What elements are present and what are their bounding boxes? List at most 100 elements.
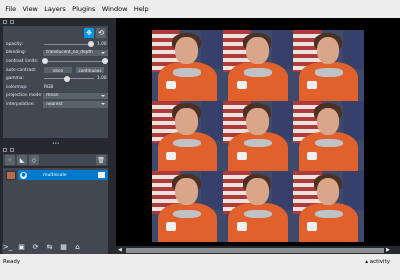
pan-zoom-button[interactable]: ✥ — [84, 28, 94, 38]
labels-icon: ◇ — [31, 156, 37, 164]
home-icon: ⌂ — [75, 243, 80, 251]
interpolation-label: interpolation: — [6, 101, 35, 107]
new-shapes-button[interactable]: ◣ — [17, 155, 27, 165]
dock-close-icon[interactable] — [3, 148, 7, 152]
transpose-button[interactable]: ⇆ — [44, 241, 55, 253]
projection-mode-select[interactable]: mean — [43, 92, 108, 100]
transform-icon: ⟲ — [98, 29, 104, 37]
ndisplay-button[interactable]: ▣ — [16, 241, 27, 253]
left-dock: ✥ ⟲ opacity: 1.00 blending: translucent_… — [0, 18, 111, 268]
shapes-icon: ◣ — [19, 156, 25, 164]
menu-window[interactable]: Window — [99, 5, 131, 13]
blending-label: blending: — [6, 50, 27, 56]
new-labels-button[interactable]: ◇ — [29, 155, 39, 165]
image-tile — [152, 30, 223, 101]
gamma-label: gamma: — [6, 76, 24, 82]
image-tile — [293, 100, 364, 172]
contrast-high-knob[interactable] — [102, 58, 108, 65]
colormap-value: RGB — [44, 84, 54, 90]
chevron-down-icon — [101, 94, 105, 97]
interpolation-select[interactable]: nearest — [43, 101, 108, 108]
auto-contrast-row: auto-contrast: once continuous — [3, 66, 108, 75]
image-tile — [222, 30, 294, 101]
menu-help[interactable]: Help — [131, 5, 152, 13]
projection-mode-row: projection mode: mean — [3, 92, 108, 101]
dock-splitter-handle[interactable]: ••• — [0, 141, 111, 147]
play-icon[interactable]: ◀ — [118, 247, 124, 253]
status-bar: Ready ▴ activity — [0, 254, 400, 280]
opacity-label: opacity: — [6, 41, 23, 47]
menu-view[interactable]: View — [19, 5, 41, 13]
points-icon: ⁘ — [7, 156, 13, 164]
dock-float-icon[interactable] — [10, 148, 14, 152]
dock-float-icon[interactable] — [10, 20, 14, 24]
contrast-limits-row: contrast limits: — [3, 57, 108, 66]
play-forward-icon[interactable]: ▶ — [386, 247, 390, 253]
home-button[interactable]: ⌂ — [72, 241, 83, 253]
layer-controls-panel: ✥ ⟲ opacity: 1.00 blending: translucent_… — [3, 26, 108, 138]
menu-layers[interactable]: Layers — [41, 5, 69, 13]
new-points-button[interactable]: ⁘ — [5, 155, 15, 165]
layer-buttons-bar: ⁘ ◣ ◇ 🗑 — [3, 154, 108, 166]
projection-mode-value: mean — [46, 93, 59, 99]
transform-button[interactable]: ⟲ — [96, 28, 106, 38]
opacity-value: 1.00 — [97, 41, 107, 47]
visibility-eye-icon[interactable]: ● — [20, 171, 27, 179]
activity-label: activity — [369, 259, 390, 265]
image-tile — [152, 100, 223, 172]
opacity-slider-knob[interactable] — [88, 41, 94, 48]
console-icon: >_ — [2, 243, 13, 251]
interpolation-row: interpolation: nearest — [3, 100, 108, 109]
viewer-canvas[interactable] — [116, 18, 400, 246]
layer-name[interactable]: multiscale — [43, 173, 67, 178]
grid-icon: ▦ — [60, 243, 67, 251]
gamma-slider-knob[interactable] — [64, 75, 70, 82]
blending-row: blending: translucent_no_depth — [3, 49, 108, 58]
gamma-row: gamma: 1.00 — [3, 74, 108, 83]
menu-plugins[interactable]: Plugins — [69, 5, 99, 13]
layer-item[interactable]: ● multiscale — [3, 170, 108, 180]
contrast-low-knob[interactable] — [42, 58, 48, 65]
image-mosaic — [152, 30, 364, 242]
colormap-row: colormap: RGB — [3, 83, 108, 92]
opacity-slider[interactable] — [44, 41, 94, 48]
image-layer-type-icon — [98, 172, 105, 178]
gamma-slider[interactable] — [44, 75, 94, 82]
image-tile — [293, 30, 364, 101]
auto-contrast-once-button[interactable]: once — [44, 66, 72, 74]
transpose-icon: ⇆ — [46, 243, 53, 251]
colormap-label: colormap: — [6, 84, 28, 90]
delete-layer-button[interactable]: 🗑 — [96, 155, 106, 165]
roll-button[interactable]: ⟳ — [30, 241, 41, 253]
dims-slider-bar: ◀ ▶ — [116, 246, 400, 254]
gamma-value: 1.00 — [97, 76, 107, 82]
console-button[interactable]: >_ — [2, 241, 13, 253]
status-ready: Ready — [3, 259, 21, 265]
dims-slider[interactable] — [126, 247, 384, 253]
layer-controls-titlebar — [0, 18, 111, 26]
projection-mode-label: projection mode: — [6, 93, 43, 99]
image-tile — [222, 100, 294, 172]
chevron-down-icon — [101, 51, 105, 54]
menu-file[interactable]: File — [2, 5, 19, 13]
activity-button[interactable]: ▴ activity — [365, 259, 390, 265]
image-tile — [293, 171, 364, 242]
layer-item-selected[interactable]: ● multiscale — [18, 170, 108, 180]
menu-bar: File View Layers Plugins Window Help — [0, 0, 400, 18]
blending-value: translucent_no_depth — [46, 50, 93, 56]
image-tile — [222, 171, 294, 242]
arrows-icon: ✥ — [86, 29, 92, 37]
roll-icon: ⟳ — [32, 243, 39, 251]
dims-slider-handle[interactable] — [126, 247, 384, 253]
layer-thumbnail — [6, 170, 16, 180]
blending-select[interactable]: translucent_no_depth — [43, 49, 108, 57]
grid-button[interactable]: ▦ — [58, 241, 69, 253]
dock-close-icon[interactable] — [3, 20, 7, 24]
opacity-row: opacity: 1.00 — [3, 40, 108, 49]
auto-contrast-continuous-button[interactable]: continuous — [76, 66, 104, 74]
contrast-limits-slider[interactable] — [42, 58, 108, 65]
contrast-limits-label: contrast limits: — [6, 58, 39, 64]
image-tile — [152, 171, 223, 242]
layer-list-titlebar — [0, 147, 111, 153]
interpolation-value: nearest — [46, 101, 63, 107]
